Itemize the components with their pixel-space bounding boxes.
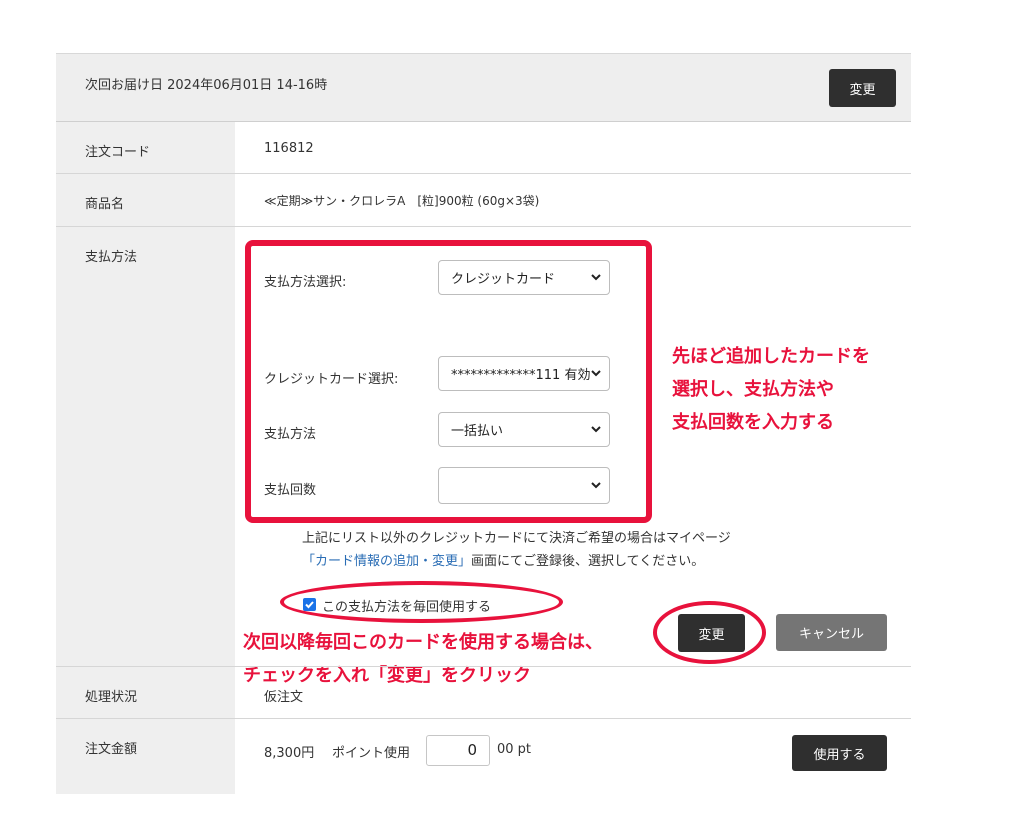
divider [56, 718, 911, 719]
annotation-check-and-change: 次回以降毎回このカードを使用する場合は、 チェックを入れ「変更」をクリック [243, 626, 603, 692]
points-input[interactable]: 0 [426, 735, 490, 766]
annotation-select-card: 先ほど追加したカードを 選択し、支払方法や 支払回数を入力する [672, 340, 870, 439]
divider [56, 666, 911, 667]
order-amount-label: 注文金額 [85, 742, 138, 757]
annotation-line: 先ほど追加したカードを [672, 346, 870, 367]
divider [56, 173, 911, 174]
card-note-line1: 上記にリスト以外のクレジットカードにて決済ご希望の場合はマイページ [302, 531, 731, 546]
use-points-button[interactable]: 使用する [792, 735, 887, 771]
card-info-link[interactable]: 「カード情報の追加・変更」 [302, 554, 471, 569]
order-amount-value: 8,300円 [264, 746, 315, 761]
annotation-button-circle [653, 601, 766, 664]
order-code-label: 注文コード [85, 145, 151, 160]
card-note-line2: 「カード情報の追加・変更」画面にてご登録後、選択してください。 [302, 550, 704, 569]
divider [56, 226, 911, 227]
delivery-change-button[interactable]: 変更 [829, 69, 896, 107]
payment-method-label: 支払方法 [85, 250, 138, 265]
annotation-highlight-box [245, 240, 652, 523]
annotation-line: 次回以降毎回このカードを使用する場合は、 [243, 632, 603, 653]
next-delivery-bar: 次回お届け日 2024年06月01日 14-16時 [56, 53, 911, 122]
cancel-button[interactable]: キャンセル [776, 614, 887, 651]
annotation-checkbox-circle [280, 581, 563, 623]
order-code-value: 116812 [264, 141, 314, 156]
annotation-line: 支払回数を入力する [672, 412, 834, 433]
label-column [56, 121, 235, 666]
annotation-line: 選択し、支払方法や [672, 379, 834, 400]
label-column-bottom [56, 667, 235, 794]
status-value: 仮注文 [264, 690, 304, 705]
next-delivery-text: 次回お届け日 2024年06月01日 14-16時 [85, 78, 328, 93]
product-name-label: 商品名 [85, 197, 125, 212]
card-note-rest: 画面にてご登録後、選択してください。 [471, 554, 705, 569]
status-label: 処理状況 [85, 690, 138, 705]
points-unit: 00 pt [497, 742, 532, 757]
points-label: ポイント使用 [332, 746, 411, 761]
product-name-value: ≪定期≫サン・クロレラA [粒]900粒 (60g×3袋) [264, 194, 540, 208]
